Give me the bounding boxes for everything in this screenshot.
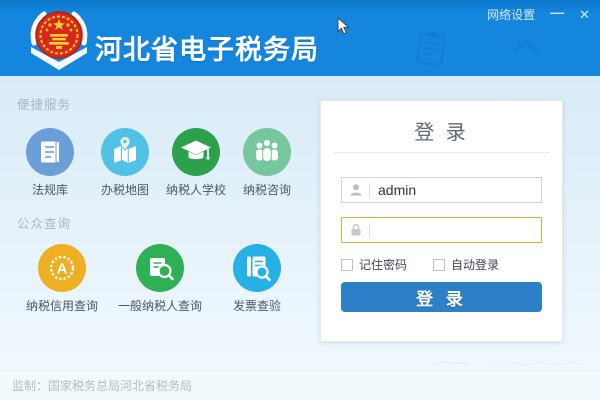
- login-panel: 登 录 记住密码 自动登录 登 录: [320, 100, 563, 342]
- service-item-label: 法规库: [8, 181, 92, 198]
- titlebar-controls: 网络设置 — ✕: [487, 6, 590, 24]
- login-options-row: 记住密码 自动登录: [341, 256, 542, 273]
- book-icon: [26, 128, 74, 176]
- login-submit-button[interactable]: 登 录: [341, 282, 542, 312]
- app-header: 河北省电子税务局 网络设置 — ✕: [0, 0, 600, 76]
- lock-icon: [342, 222, 369, 238]
- remember-password-option[interactable]: 记住密码: [341, 256, 407, 273]
- clipboard-deco-icon: [412, 28, 450, 74]
- login-title: 登 录: [321, 116, 562, 145]
- remember-password-label: 记住密码: [359, 256, 407, 273]
- query-item-label: 纳税信用查询: [14, 297, 110, 314]
- auto-login-label: 自动登录: [451, 256, 499, 273]
- login-title-divider: [333, 152, 550, 153]
- network-settings-button[interactable]: 网络设置: [487, 6, 535, 24]
- service-item-tax-consultation[interactable]: 纳税咨询: [225, 128, 309, 198]
- map-pin-icon: [101, 128, 149, 176]
- footer-bar: 监制：国家税务总局河北省税务局: [0, 370, 600, 400]
- service-item-regulations[interactable]: 法规库: [8, 128, 92, 198]
- username-field-row: [341, 177, 542, 203]
- credit-a-icon: A: [38, 244, 86, 292]
- tax-bureau-emblem: [27, 7, 91, 80]
- password-field-row: [341, 217, 542, 243]
- password-input[interactable]: [370, 218, 541, 242]
- supervisor-text: 监制：国家税务总局河北省税务局: [12, 377, 192, 394]
- invoice-search-icon: [233, 244, 281, 292]
- query-item-general-taxpayer[interactable]: 一般纳税人查询: [112, 244, 208, 314]
- close-button[interactable]: ✕: [579, 6, 590, 24]
- home-deco-icon: [512, 38, 540, 65]
- app-title: 河北省电子税务局: [95, 28, 319, 67]
- auto-login-checkbox[interactable]: [433, 259, 445, 271]
- svg-text:A: A: [57, 261, 68, 278]
- service-item-label: 纳税咨询: [225, 181, 309, 198]
- query-item-invoice-check[interactable]: 发票查验: [209, 244, 305, 314]
- query-item-label: 一般纳税人查询: [112, 297, 208, 314]
- services-section-heading: 便捷服务: [17, 94, 71, 113]
- query-item-tax-credit[interactable]: A 纳税信用查询: [14, 244, 110, 314]
- mouse-cursor: [337, 17, 350, 40]
- username-input[interactable]: [370, 178, 541, 202]
- user-icon: [342, 182, 369, 198]
- query-item-label: 发票查验: [209, 297, 305, 314]
- people-icon: [243, 128, 291, 176]
- graduation-cap-icon: [172, 128, 220, 176]
- doc-search-icon: [136, 244, 184, 292]
- queries-section-heading: 公众查询: [17, 213, 71, 232]
- auto-login-option[interactable]: 自动登录: [433, 256, 499, 273]
- remember-password-checkbox[interactable]: [341, 259, 353, 271]
- minimize-button[interactable]: —: [550, 3, 564, 21]
